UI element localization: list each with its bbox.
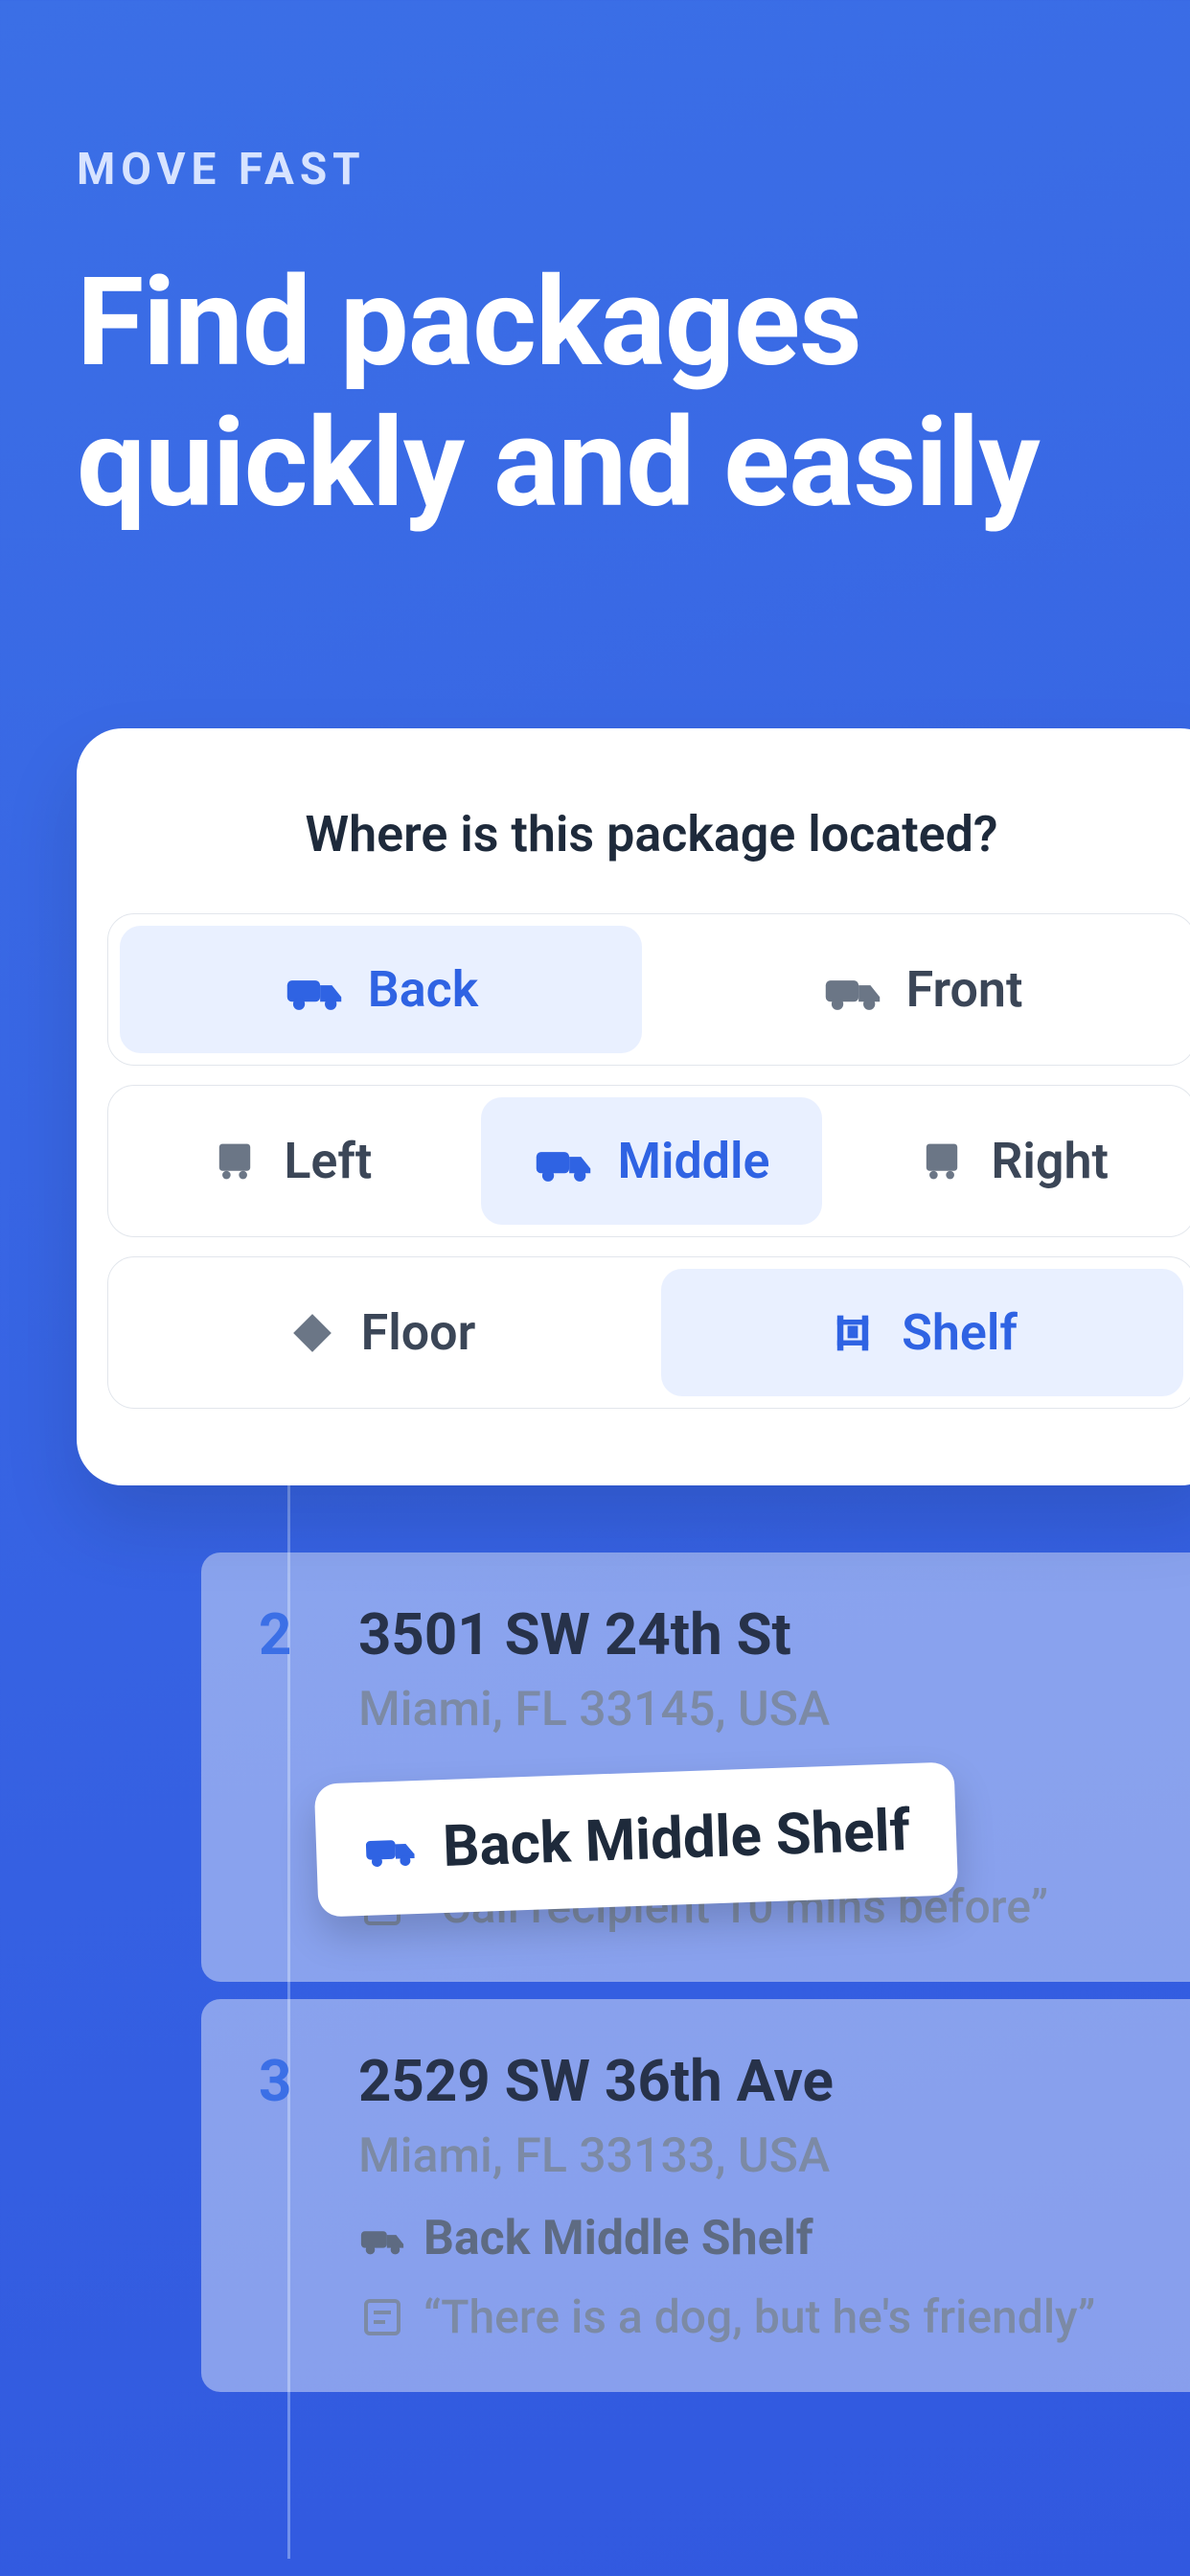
option-left[interactable]: Left (120, 1097, 462, 1225)
shelf-icon (827, 1307, 879, 1359)
option-label: Floor (361, 1303, 476, 1362)
truck-icon (822, 964, 883, 1016)
truck-icon (533, 1136, 594, 1187)
location-summary-popover: Back Middle Shelf (314, 1761, 959, 1917)
option-shelf[interactable]: Shelf (661, 1269, 1183, 1396)
stop-location-tag-text: Back Middle Shelf (423, 2211, 813, 2266)
stop-address-line1: 3501 SW 24th St (358, 1600, 1048, 1668)
option-label: Back (368, 960, 479, 1019)
location-summary-text: Back Middle Shelf (442, 1796, 911, 1880)
hero-headline-line2: quickly and easily (77, 392, 1040, 536)
stop-item[interactable]: 3 2529 SW 36th Ave Miami, FL 33133, USA … (201, 1999, 1190, 2392)
truck-icon (361, 1824, 419, 1872)
hero-headline-line1: Find packages (77, 251, 861, 395)
stop-location-tag: Back Middle Shelf (358, 2211, 813, 2266)
selector-row-side: Left Middle Right (107, 1085, 1190, 1237)
option-back[interactable]: Back (120, 926, 642, 1053)
card-title: Where is this package located? (77, 805, 1190, 863)
stop-address-line2: Miami, FL 33133, USA (358, 2128, 1095, 2184)
stops-list: 2 3501 SW 24th St Miami, FL 33145, USA C… (201, 1552, 1190, 2409)
option-label: Front (906, 960, 1023, 1019)
diamond-icon (286, 1307, 338, 1359)
truck-rear-icon (209, 1136, 261, 1187)
option-label: Shelf (902, 1303, 1018, 1362)
selector-row-level: Floor Shelf (107, 1256, 1190, 1409)
option-floor[interactable]: Floor (120, 1269, 642, 1396)
option-label: Middle (617, 1132, 769, 1190)
option-front[interactable]: Front (661, 926, 1183, 1053)
stop-address-line2: Miami, FL 33145, USA (358, 1682, 1048, 1737)
stop-number: 2 (259, 1600, 355, 1668)
stop-address-line1: 2529 SW 36th Ave (358, 2047, 1095, 2115)
truck-icon (358, 2217, 406, 2261)
stop-note: There is a dog, but he's friendly (358, 2289, 1095, 2344)
location-selector-card: Where is this package located? Back Fron… (77, 728, 1190, 1485)
truck-icon (284, 964, 345, 1016)
stop-note-text: There is a dog, but he's friendly (423, 2289, 1095, 2344)
hero-headline: Find packages quickly and easily (77, 253, 1113, 535)
truck-rear-icon (916, 1136, 968, 1187)
note-icon (358, 2293, 406, 2341)
option-label: Left (284, 1132, 372, 1190)
option-label: Right (991, 1132, 1109, 1190)
stop-number: 3 (259, 2047, 355, 2115)
selector-row-depth: Back Front (107, 913, 1190, 1066)
option-right[interactable]: Right (841, 1097, 1183, 1225)
option-middle[interactable]: Middle (481, 1097, 823, 1225)
stop-item[interactable]: 2 3501 SW 24th St Miami, FL 33145, USA C… (201, 1552, 1190, 1982)
hero-eyebrow: MOVE FAST (77, 144, 1113, 196)
